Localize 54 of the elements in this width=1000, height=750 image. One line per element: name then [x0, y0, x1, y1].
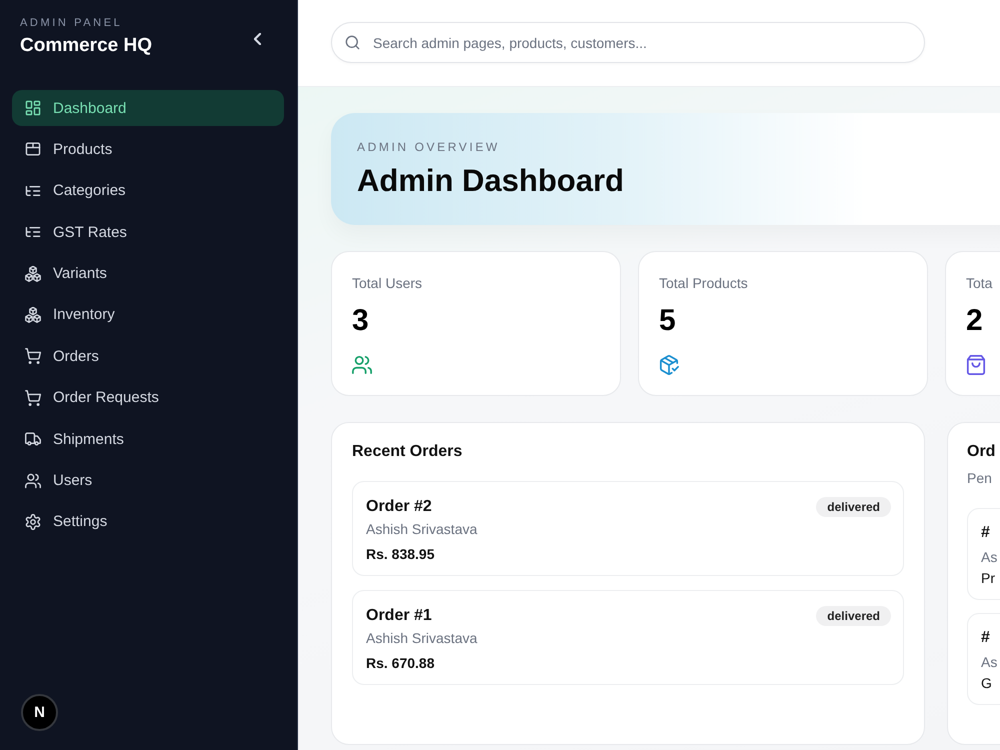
panel-label: ADMIN PANEL [20, 16, 122, 30]
nav-item[interactable]: GST Rates [12, 214, 284, 250]
customer-name: As [981, 548, 998, 566]
nav-item[interactable]: Categories [12, 172, 284, 209]
status-badge: delivered [816, 497, 891, 517]
nav-item[interactable]: Products [12, 131, 284, 168]
search-icon [345, 35, 360, 50]
nav-item[interactable]: Orders [12, 338, 284, 374]
nav-item[interactable]: Settings [12, 504, 284, 540]
stat-value: 3 [352, 304, 369, 338]
cart-icon [25, 348, 41, 364]
box-icon [25, 141, 41, 158]
stat-label: Total Products [659, 274, 748, 292]
app-title: Commerce HQ [20, 35, 152, 57]
order-detail: G [981, 674, 992, 692]
nav-item[interactable]: Variants [12, 256, 284, 292]
order-title: Order #2 [366, 497, 432, 517]
panel-subtitle: Pen [967, 469, 992, 487]
stat-label: Tota [966, 274, 992, 292]
panel-title: Recent Orders [352, 442, 462, 462]
cubes-icon [25, 306, 41, 323]
stat-value: 2 [966, 304, 983, 338]
order-total: Rs. 838.95 [366, 545, 434, 563]
order-title: # [981, 628, 990, 648]
order-title: Order #1 [366, 606, 432, 626]
nav-item[interactable]: Order Requests [12, 380, 284, 416]
cart-icon [25, 390, 41, 406]
stat-value: 5 [659, 304, 676, 338]
users-icon [25, 472, 41, 489]
customer-name: Ashish Srivastava [366, 520, 478, 538]
customer-name: Ashish Srivastava [366, 629, 478, 647]
truck-icon [25, 431, 41, 448]
logo-button[interactable]: N [21, 694, 58, 731]
status-badge: delivered [816, 606, 891, 626]
order-total: Rs. 670.88 [366, 654, 434, 672]
panel-title: Ord [967, 442, 996, 462]
nav-item[interactable]: Users [12, 462, 284, 499]
customer-name: As [981, 653, 998, 671]
grid-icon [25, 100, 41, 116]
order-title: # [981, 523, 990, 543]
page-title: Admin Dashboard [357, 163, 624, 199]
nav-item[interactable]: Dashboard [12, 90, 284, 126]
stat-label: Total Users [352, 274, 422, 292]
section-label: ADMIN OVERVIEW [357, 139, 500, 155]
settings-icon [25, 514, 41, 530]
chevron-left-icon [254, 32, 260, 44]
users-icon [352, 355, 372, 375]
box-check-icon [659, 355, 679, 375]
order-detail: Pr [981, 569, 995, 587]
nav-item[interactable]: Shipments [12, 421, 284, 458]
nav-item[interactable]: Inventory [12, 296, 284, 333]
search-field[interactable]: Search admin pages, products, customers... [331, 22, 925, 63]
cubes-icon [25, 266, 41, 282]
shopping-bag-icon [966, 355, 986, 375]
